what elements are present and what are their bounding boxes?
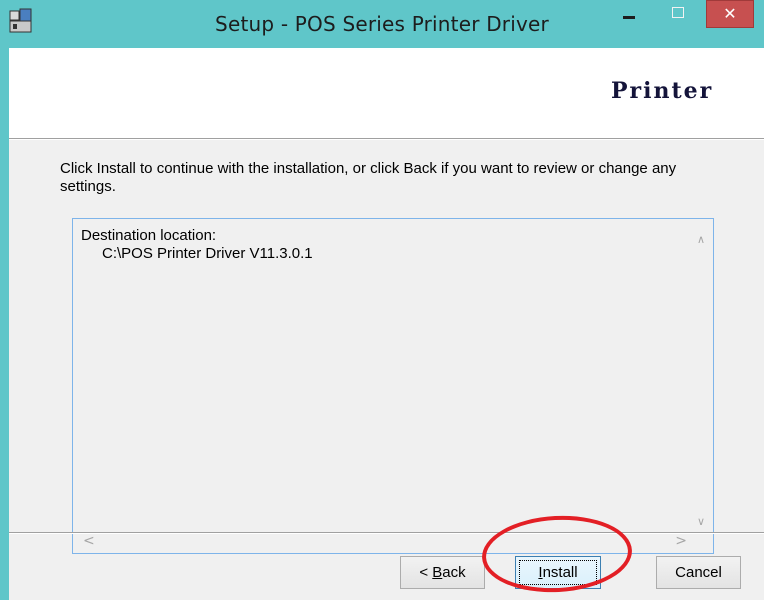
brand-panel: Printer: [599, 48, 764, 138]
memo-path: C:\POS Printer Driver V11.3.0.1: [102, 245, 313, 262]
header-divider-highlight: [9, 139, 764, 140]
back-button-label: ack: [442, 564, 466, 581]
instructions-text: Click Install to continue with the insta…: [60, 160, 677, 195]
back-button-prefix: <: [419, 564, 433, 581]
cancel-button[interactable]: Cancel: [656, 556, 741, 589]
close-icon[interactable]: ✕: [706, 0, 754, 28]
minimize-icon[interactable]: [612, 0, 648, 30]
memo-content: Destination location: C:\POS Printer Driv…: [81, 227, 313, 263]
footer-divider-highlight: [9, 533, 764, 534]
scroll-left-icon[interactable]: <: [83, 533, 95, 549]
memo-label: Destination location:: [81, 227, 217, 244]
wizard-header: Printer: [9, 48, 764, 138]
scroll-right-icon[interactable]: >: [675, 533, 687, 549]
back-button-hotkey: B: [432, 564, 443, 581]
scroll-up-icon[interactable]: ∧: [697, 233, 705, 246]
back-button[interactable]: < Back: [400, 556, 485, 589]
brand-logo-text: Printer: [611, 78, 714, 104]
ready-memo[interactable]: Destination location: C:\POS Printer Driv…: [72, 218, 714, 554]
title-bar[interactable]: Setup - POS Series Printer Driver ✕: [0, 0, 764, 48]
window-title: Setup - POS Series Printer Driver: [215, 12, 549, 36]
wizard-client-area: Printer Click Install to continue with t…: [9, 48, 764, 600]
scroll-down-icon[interactable]: ∨: [697, 515, 705, 528]
maximize-icon[interactable]: [660, 0, 696, 30]
